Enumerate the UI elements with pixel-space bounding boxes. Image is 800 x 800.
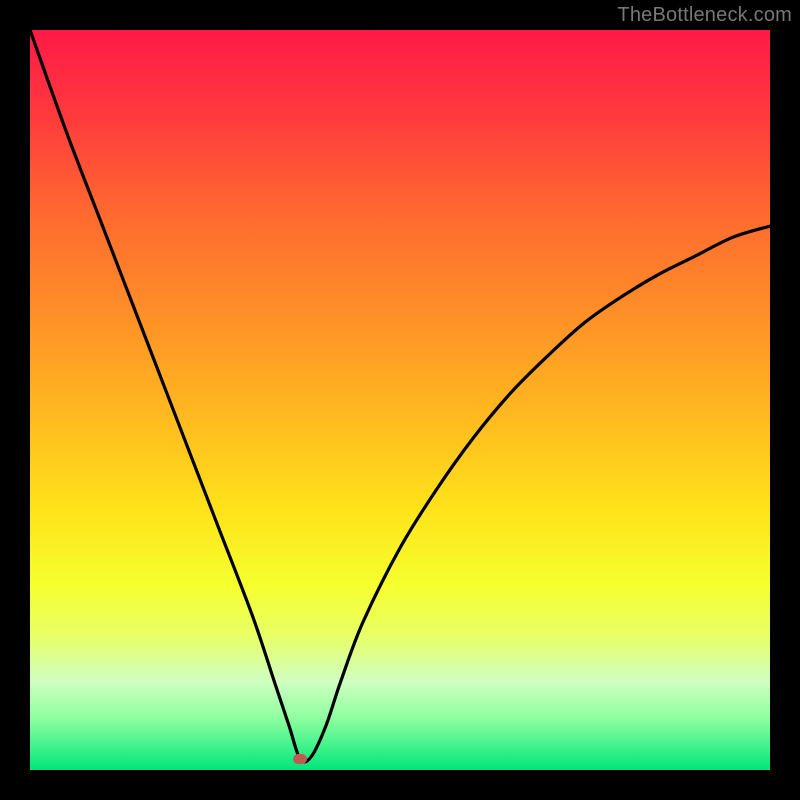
plot-area [30,30,770,770]
optimal-point-marker [293,754,307,764]
watermark-text: TheBottleneck.com [617,4,792,27]
bottleneck-curve [30,30,770,770]
chart-frame: TheBottleneck.com [0,0,800,800]
